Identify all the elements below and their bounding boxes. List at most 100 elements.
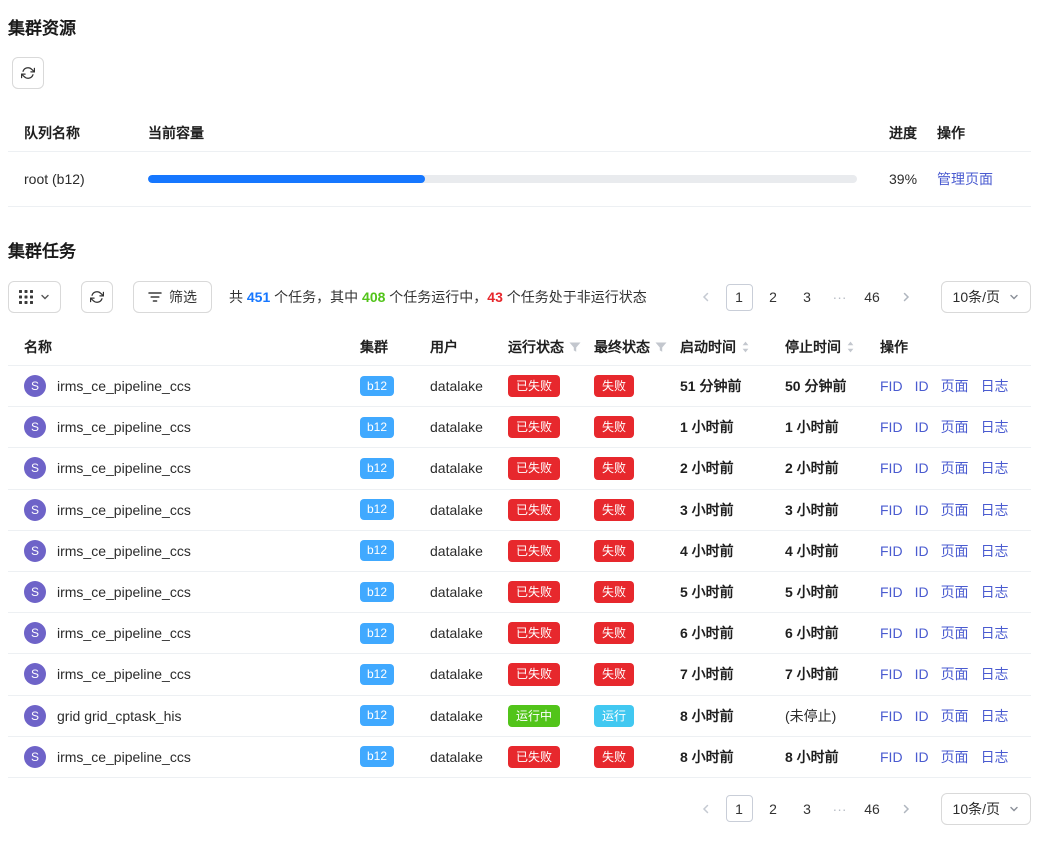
- action-link-3[interactable]: 日志: [981, 378, 1009, 394]
- filter-button[interactable]: 筛选: [133, 281, 212, 313]
- action-link-2[interactable]: 页面: [941, 625, 969, 641]
- action-link-2[interactable]: 页面: [941, 460, 969, 476]
- table-row: S irms_ce_pipeline_ccs b12 datalake 已失败 …: [8, 407, 1031, 448]
- action-link-1[interactable]: ID: [915, 543, 929, 559]
- action-link-0[interactable]: FID: [880, 419, 903, 435]
- action-link-3[interactable]: 日志: [981, 419, 1009, 435]
- chevron-down-icon: [40, 292, 50, 302]
- action-link-1[interactable]: ID: [915, 749, 929, 765]
- page-button-46[interactable]: 46: [859, 795, 886, 822]
- capacity-progress-bar: [148, 175, 857, 183]
- final-status-badge: 失败: [594, 622, 634, 644]
- action-link-1[interactable]: ID: [915, 419, 929, 435]
- non-running-task-count: 43: [487, 289, 503, 305]
- user-name: datalake: [430, 460, 483, 476]
- start-time: 2 小时前: [680, 460, 734, 476]
- row-actions: FID ID 页面日志: [864, 695, 1031, 736]
- page-button-1[interactable]: 1: [726, 284, 753, 311]
- capacity-progress-fill: [148, 175, 425, 183]
- action-link-2[interactable]: 页面: [941, 419, 969, 435]
- stop-time: (未停止): [785, 708, 836, 724]
- task-name: grid grid_cptask_his: [57, 708, 182, 724]
- sort-icon[interactable]: [846, 340, 855, 354]
- prev-page-button[interactable]: [693, 796, 719, 822]
- pagination-top: 1 2 3 ··· 46: [693, 284, 919, 311]
- start-time: 4 小时前: [680, 543, 734, 559]
- sort-icon[interactable]: [741, 340, 750, 354]
- page-size-select[interactable]: 10条/页: [941, 793, 1031, 825]
- resource-row: root (b12) 39% 管理页面: [8, 152, 1031, 207]
- avatar: S: [24, 705, 46, 727]
- page-ellipsis[interactable]: ···: [828, 289, 852, 305]
- action-link-0[interactable]: FID: [880, 378, 903, 394]
- action-link-0[interactable]: FID: [880, 749, 903, 765]
- action-link-0[interactable]: FID: [880, 625, 903, 641]
- final-status-badge: 失败: [594, 416, 634, 438]
- avatar: S: [24, 581, 46, 603]
- page-button-3[interactable]: 3: [794, 284, 821, 311]
- resources-refresh-button[interactable]: [12, 57, 44, 89]
- action-link-3[interactable]: 日志: [981, 502, 1009, 518]
- row-actions: FID ID 页面日志: [864, 407, 1031, 448]
- action-link-0[interactable]: FID: [880, 708, 903, 724]
- action-link-2[interactable]: 页面: [941, 749, 969, 765]
- action-link-3[interactable]: 日志: [981, 708, 1009, 724]
- stop-time: 6 小时前: [785, 625, 839, 641]
- page-button-2[interactable]: 2: [760, 284, 787, 311]
- page-button-46[interactable]: 46: [859, 284, 886, 311]
- manage-page-link[interactable]: 管理页面: [937, 171, 993, 187]
- start-time: 8 小时前: [680, 708, 734, 724]
- column-settings-button[interactable]: [8, 281, 61, 313]
- action-link-1[interactable]: ID: [915, 502, 929, 518]
- top-pager-group: 1 2 3 ··· 46 10条/页: [693, 281, 1031, 313]
- tasks-refresh-button[interactable]: [81, 281, 113, 313]
- prev-page-button[interactable]: [693, 284, 719, 310]
- page-button-1[interactable]: 1: [726, 795, 753, 822]
- total-task-count: 451: [247, 289, 270, 305]
- stop-time: 8 小时前: [785, 749, 839, 765]
- cluster-tag: b12: [360, 376, 394, 397]
- action-link-1[interactable]: ID: [915, 625, 929, 641]
- start-time: 5 小时前: [680, 584, 734, 600]
- tasks-table: 名称 集群 用户 运行状态 最终状态: [8, 329, 1031, 778]
- action-link-2[interactable]: 页面: [941, 378, 969, 394]
- action-link-1[interactable]: ID: [915, 584, 929, 600]
- col-header-queue: 队列名称: [8, 115, 132, 152]
- table-row: S irms_ce_pipeline_ccs b12 datalake 已失败 …: [8, 736, 1031, 777]
- action-link-0[interactable]: FID: [880, 543, 903, 559]
- action-link-2[interactable]: 页面: [941, 502, 969, 518]
- page-button-2[interactable]: 2: [760, 795, 787, 822]
- action-link-0[interactable]: FID: [880, 460, 903, 476]
- action-link-2[interactable]: 页面: [941, 708, 969, 724]
- stop-time: 3 小时前: [785, 502, 839, 518]
- page-ellipsis[interactable]: ···: [828, 801, 852, 817]
- action-link-3[interactable]: 日志: [981, 666, 1009, 682]
- next-page-button[interactable]: [893, 796, 919, 822]
- action-link-0[interactable]: FID: [880, 584, 903, 600]
- action-link-3[interactable]: 日志: [981, 625, 1009, 641]
- action-link-3[interactable]: 日志: [981, 584, 1009, 600]
- next-page-button[interactable]: [893, 284, 919, 310]
- page-size-select[interactable]: 10条/页: [941, 281, 1031, 313]
- action-link-2[interactable]: 页面: [941, 584, 969, 600]
- final-status-badge: 失败: [594, 457, 634, 479]
- action-link-1[interactable]: ID: [915, 666, 929, 682]
- stop-time: 7 小时前: [785, 666, 839, 682]
- action-link-3[interactable]: 日志: [981, 749, 1009, 765]
- filter-funnel-icon[interactable]: [655, 342, 667, 353]
- action-link-1[interactable]: ID: [915, 708, 929, 724]
- filter-funnel-icon[interactable]: [569, 342, 581, 353]
- action-link-0[interactable]: FID: [880, 666, 903, 682]
- action-link-3[interactable]: 日志: [981, 460, 1009, 476]
- row-actions: FID ID 页面日志: [864, 366, 1031, 407]
- run-status-badge: 已失败: [508, 746, 560, 768]
- row-actions: FID ID 页面日志: [864, 448, 1031, 489]
- action-link-3[interactable]: 日志: [981, 543, 1009, 559]
- action-link-2[interactable]: 页面: [941, 543, 969, 559]
- table-row: S irms_ce_pipeline_ccs b12 datalake 已失败 …: [8, 448, 1031, 489]
- page-button-3[interactable]: 3: [794, 795, 821, 822]
- action-link-2[interactable]: 页面: [941, 666, 969, 682]
- action-link-1[interactable]: ID: [915, 460, 929, 476]
- action-link-1[interactable]: ID: [915, 378, 929, 394]
- action-link-0[interactable]: FID: [880, 502, 903, 518]
